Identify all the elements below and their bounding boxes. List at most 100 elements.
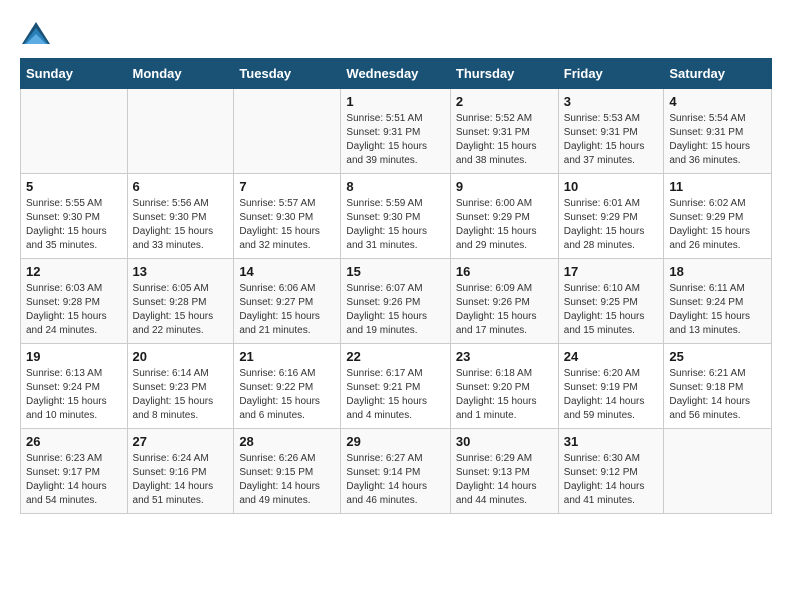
day-number: 1 <box>346 94 444 109</box>
day-number: 27 <box>133 434 229 449</box>
day-info: Sunrise: 6:06 AM Sunset: 9:27 PM Dayligh… <box>239 282 335 338</box>
calendar-cell: 23 Sunrise: 6:18 AM Sunset: 9:20 PM Dayli… <box>450 344 558 429</box>
day-of-week-header: Wednesday <box>341 59 450 89</box>
calendar-cell: 27 Sunrise: 6:24 AM Sunset: 9:16 PM Dayli… <box>127 429 234 514</box>
day-number: 12 <box>26 264 122 279</box>
day-number: 8 <box>346 179 444 194</box>
calendar-cell: 6Sunrise: 5:56 AM Sunset: 9:30 PM Daylig… <box>127 174 234 259</box>
day-number: 29 <box>346 434 444 449</box>
calendar-cell: 4 Sunrise: 5:54 AM Sunset: 9:31 PM Daylig… <box>664 89 772 174</box>
day-number: 13 <box>133 264 229 279</box>
day-number: 28 <box>239 434 335 449</box>
calendar-cell: 19 Sunrise: 6:13 AM Sunset: 9:24 PM Dayli… <box>21 344 128 429</box>
logo <box>20 20 56 48</box>
day-info: Sunrise: 5:51 AM Sunset: 9:31 PM Dayligh… <box>346 112 444 168</box>
calendar-week-row: 19 Sunrise: 6:13 AM Sunset: 9:24 PM Dayli… <box>21 344 772 429</box>
calendar-cell: 2Sunrise: 5:52 AM Sunset: 9:31 PM Daylig… <box>450 89 558 174</box>
calendar-cell: 17 Sunrise: 6:10 AM Sunset: 9:25 PM Dayli… <box>558 259 664 344</box>
day-info: Sunrise: 5:54 AM Sunset: 9:31 PM Dayligh… <box>669 112 766 168</box>
calendar-week-row: 5Sunrise: 5:55 AM Sunset: 9:30 PM Daylig… <box>21 174 772 259</box>
calendar-cell: 24 Sunrise: 6:20 AM Sunset: 9:19 PM Dayli… <box>558 344 664 429</box>
calendar-cell: 9 Sunrise: 6:00 AM Sunset: 9:29 PM Daylig… <box>450 174 558 259</box>
logo-icon <box>20 20 52 48</box>
calendar-week-row: 12Sunrise: 6:03 AM Sunset: 9:28 PM Dayli… <box>21 259 772 344</box>
day-info: Sunrise: 6:30 AM Sunset: 9:12 PM Dayligh… <box>564 452 659 508</box>
calendar-cell: 10 Sunrise: 6:01 AM Sunset: 9:29 PM Dayli… <box>558 174 664 259</box>
day-number: 9 <box>456 179 553 194</box>
day-number: 4 <box>669 94 766 109</box>
day-info: Sunrise: 5:57 AM Sunset: 9:30 PM Dayligh… <box>239 197 335 253</box>
calendar-cell: 15 Sunrise: 6:07 AM Sunset: 9:26 PM Dayli… <box>341 259 450 344</box>
day-info: Sunrise: 6:18 AM Sunset: 9:20 PM Dayligh… <box>456 367 553 423</box>
calendar-cell: 21Sunrise: 6:16 AM Sunset: 9:22 PM Dayli… <box>234 344 341 429</box>
day-info: Sunrise: 6:26 AM Sunset: 9:15 PM Dayligh… <box>239 452 335 508</box>
day-info: Sunrise: 6:11 AM Sunset: 9:24 PM Dayligh… <box>669 282 766 338</box>
day-info: Sunrise: 6:07 AM Sunset: 9:26 PM Dayligh… <box>346 282 444 338</box>
calendar-cell: 12Sunrise: 6:03 AM Sunset: 9:28 PM Dayli… <box>21 259 128 344</box>
day-number: 21 <box>239 349 335 364</box>
calendar-cell: 14 Sunrise: 6:06 AM Sunset: 9:27 PM Dayli… <box>234 259 341 344</box>
calendar-cell <box>234 89 341 174</box>
calendar-cell: 30 Sunrise: 6:29 AM Sunset: 9:13 PM Dayli… <box>450 429 558 514</box>
day-of-week-header: Sunday <box>21 59 128 89</box>
calendar-cell: 18 Sunrise: 6:11 AM Sunset: 9:24 PM Dayli… <box>664 259 772 344</box>
day-of-week-header: Tuesday <box>234 59 341 89</box>
day-info: Sunrise: 6:09 AM Sunset: 9:26 PM Dayligh… <box>456 282 553 338</box>
day-info: Sunrise: 6:29 AM Sunset: 9:13 PM Dayligh… <box>456 452 553 508</box>
day-info: Sunrise: 5:52 AM Sunset: 9:31 PM Dayligh… <box>456 112 553 168</box>
page-header <box>20 20 772 48</box>
day-number: 5 <box>26 179 122 194</box>
calendar-cell: 11 Sunrise: 6:02 AM Sunset: 9:29 PM Dayli… <box>664 174 772 259</box>
day-number: 30 <box>456 434 553 449</box>
day-number: 19 <box>26 349 122 364</box>
day-number: 6 <box>133 179 229 194</box>
day-info: Sunrise: 6:20 AM Sunset: 9:19 PM Dayligh… <box>564 367 659 423</box>
day-of-week-header: Friday <box>558 59 664 89</box>
day-number: 16 <box>456 264 553 279</box>
day-of-week-header: Thursday <box>450 59 558 89</box>
day-info: Sunrise: 6:05 AM Sunset: 9:28 PM Dayligh… <box>133 282 229 338</box>
day-number: 14 <box>239 264 335 279</box>
calendar-cell: 28 Sunrise: 6:26 AM Sunset: 9:15 PM Dayli… <box>234 429 341 514</box>
day-number: 22 <box>346 349 444 364</box>
day-number: 17 <box>564 264 659 279</box>
calendar-cell: 20Sunrise: 6:14 AM Sunset: 9:23 PM Dayli… <box>127 344 234 429</box>
day-info: Sunrise: 6:00 AM Sunset: 9:29 PM Dayligh… <box>456 197 553 253</box>
day-number: 10 <box>564 179 659 194</box>
day-info: Sunrise: 6:21 AM Sunset: 9:18 PM Dayligh… <box>669 367 766 423</box>
calendar-cell <box>127 89 234 174</box>
day-number: 25 <box>669 349 766 364</box>
calendar-cell: 25 Sunrise: 6:21 AM Sunset: 9:18 PM Dayli… <box>664 344 772 429</box>
calendar-cell: 5Sunrise: 5:55 AM Sunset: 9:30 PM Daylig… <box>21 174 128 259</box>
day-info: Sunrise: 5:59 AM Sunset: 9:30 PM Dayligh… <box>346 197 444 253</box>
calendar-week-row: 1 Sunrise: 5:51 AM Sunset: 9:31 PM Daylig… <box>21 89 772 174</box>
calendar-cell: 3 Sunrise: 5:53 AM Sunset: 9:31 PM Daylig… <box>558 89 664 174</box>
calendar-cell: 1 Sunrise: 5:51 AM Sunset: 9:31 PM Daylig… <box>341 89 450 174</box>
day-number: 15 <box>346 264 444 279</box>
day-info: Sunrise: 5:53 AM Sunset: 9:31 PM Dayligh… <box>564 112 659 168</box>
day-number: 18 <box>669 264 766 279</box>
calendar-cell: 29 Sunrise: 6:27 AM Sunset: 9:14 PM Dayli… <box>341 429 450 514</box>
day-info: Sunrise: 6:01 AM Sunset: 9:29 PM Dayligh… <box>564 197 659 253</box>
day-info: Sunrise: 6:02 AM Sunset: 9:29 PM Dayligh… <box>669 197 766 253</box>
calendar-cell: 7Sunrise: 5:57 AM Sunset: 9:30 PM Daylig… <box>234 174 341 259</box>
calendar-cell <box>664 429 772 514</box>
day-number: 3 <box>564 94 659 109</box>
day-number: 11 <box>669 179 766 194</box>
calendar-cell: 8 Sunrise: 5:59 AM Sunset: 9:30 PM Daylig… <box>341 174 450 259</box>
day-of-week-header: Saturday <box>664 59 772 89</box>
day-number: 23 <box>456 349 553 364</box>
day-info: Sunrise: 6:24 AM Sunset: 9:16 PM Dayligh… <box>133 452 229 508</box>
calendar-cell: 22 Sunrise: 6:17 AM Sunset: 9:21 PM Dayli… <box>341 344 450 429</box>
day-number: 26 <box>26 434 122 449</box>
day-info: Sunrise: 6:27 AM Sunset: 9:14 PM Dayligh… <box>346 452 444 508</box>
day-info: Sunrise: 6:13 AM Sunset: 9:24 PM Dayligh… <box>26 367 122 423</box>
day-number: 24 <box>564 349 659 364</box>
calendar-cell: 16 Sunrise: 6:09 AM Sunset: 9:26 PM Dayli… <box>450 259 558 344</box>
day-info: Sunrise: 6:17 AM Sunset: 9:21 PM Dayligh… <box>346 367 444 423</box>
day-info: Sunrise: 6:10 AM Sunset: 9:25 PM Dayligh… <box>564 282 659 338</box>
calendar-cell <box>21 89 128 174</box>
calendar-cell: 31Sunrise: 6:30 AM Sunset: 9:12 PM Dayli… <box>558 429 664 514</box>
calendar-cell: 13 Sunrise: 6:05 AM Sunset: 9:28 PM Dayli… <box>127 259 234 344</box>
calendar-table: SundayMondayTuesdayWednesdayThursdayFrid… <box>20 58 772 514</box>
